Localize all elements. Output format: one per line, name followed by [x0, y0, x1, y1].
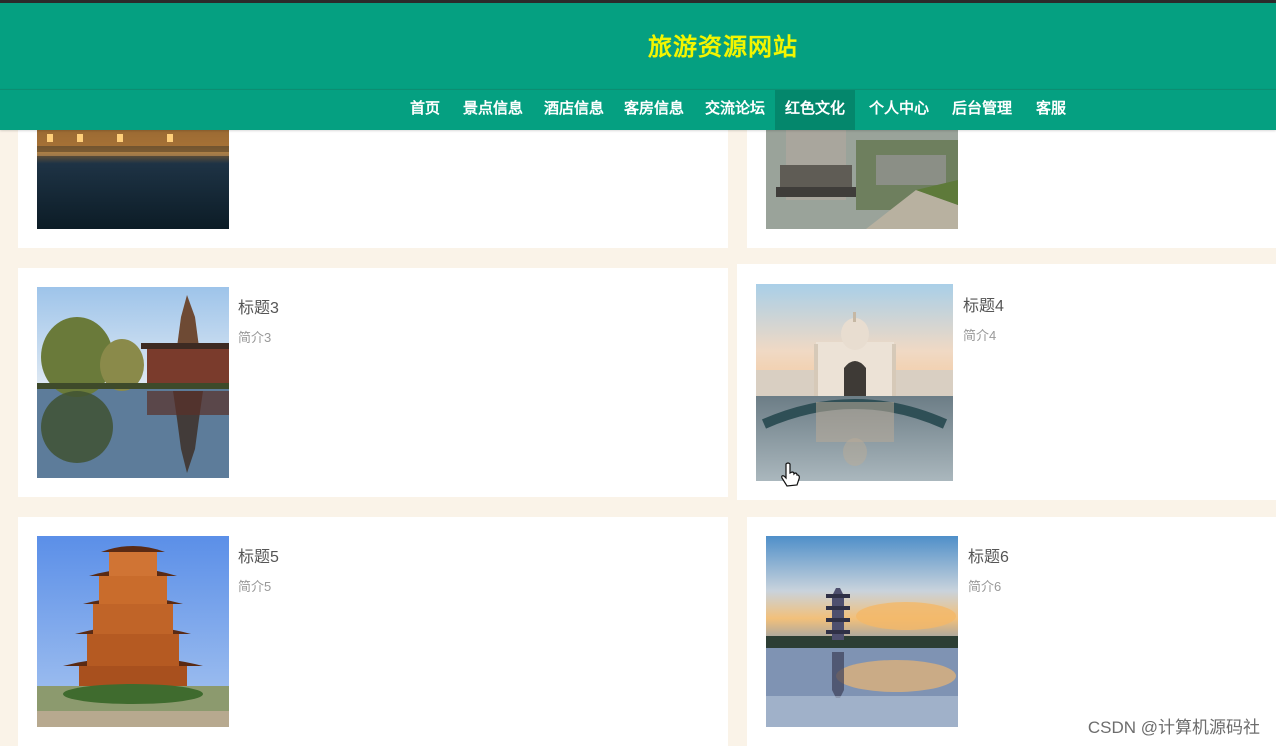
card-title[interactable]: 标题5	[238, 543, 279, 567]
card-description: 简介4	[963, 328, 997, 343]
nav-item-home[interactable]: 首页	[402, 90, 448, 130]
nav-item-forum[interactable]: 交流论坛	[698, 90, 772, 130]
nav-item-admin[interactable]: 后台管理	[945, 90, 1019, 130]
culture-card-2[interactable]	[747, 110, 1276, 248]
nav-item-customer-service[interactable]: 客服	[1028, 90, 1074, 130]
card-thumbnail[interactable]	[756, 284, 953, 481]
watermark: CSDN @计算机源码社	[1087, 718, 1260, 737]
card-thumbnail[interactable]	[37, 287, 229, 478]
nav-item-personal-center[interactable]: 个人中心	[862, 90, 936, 130]
card-description: 简介5	[238, 579, 272, 594]
card-title[interactable]: 标题4	[963, 292, 1004, 316]
culture-card-4[interactable]: 标题4 简介4	[737, 264, 1276, 500]
card-thumbnail[interactable]	[37, 536, 229, 727]
hand-cursor-icon	[780, 462, 800, 493]
culture-card-6[interactable]: 标题6 简介6	[747, 517, 1276, 746]
site-title: 旅游资源网站	[648, 34, 798, 61]
culture-card-5[interactable]: 标题5 简介5	[18, 517, 728, 746]
nav-item-red-culture[interactable]: 红色文化	[775, 90, 855, 130]
culture-card-3[interactable]: 标题3 简介3	[18, 268, 728, 497]
main-nav: 首页 景点信息 酒店信息 客房信息 交流论坛 红色文化 个人中心 后台管理 客服	[0, 89, 1276, 130]
nav-item-hotels[interactable]: 酒店信息	[537, 90, 611, 130]
culture-card-1[interactable]	[18, 110, 728, 248]
nav-item-attractions[interactable]: 景点信息	[456, 90, 530, 130]
card-thumbnail[interactable]	[766, 536, 958, 727]
card-description: 简介3	[238, 330, 272, 345]
site-header: 旅游资源网站	[0, 3, 1276, 89]
card-description: 简介6	[968, 579, 1002, 594]
nav-item-rooms[interactable]: 客房信息	[617, 90, 691, 130]
card-title[interactable]: 标题6	[968, 543, 1009, 567]
card-title[interactable]: 标题3	[238, 294, 279, 318]
